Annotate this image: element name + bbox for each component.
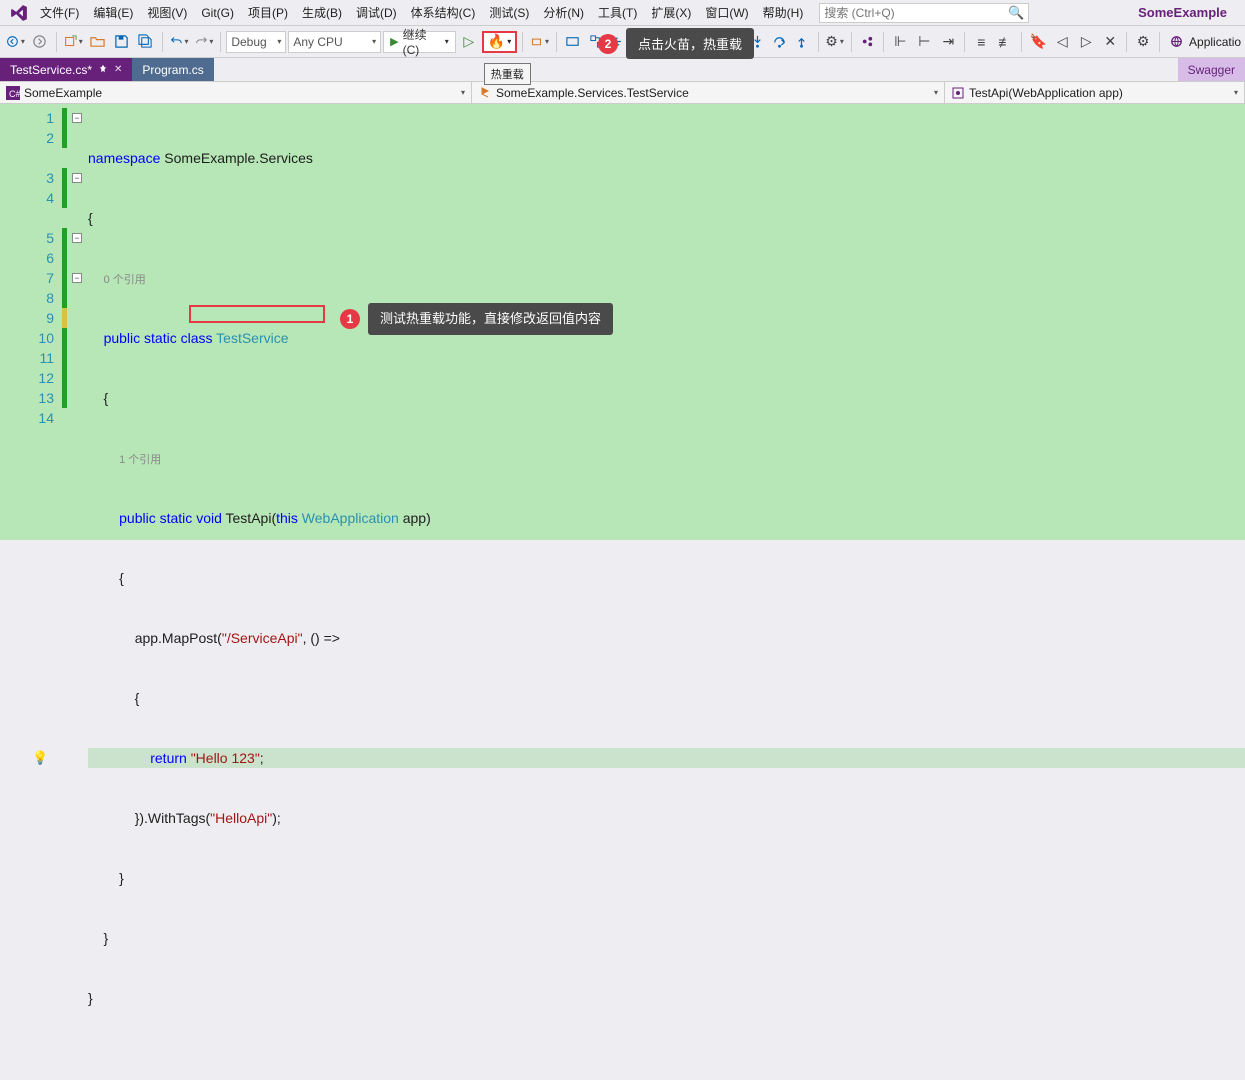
document-tabs: TestService.cs* ✕ Program.cs Swagger bbox=[0, 58, 1245, 82]
tab-active-label: TestService.cs* bbox=[10, 63, 92, 77]
csharp-project-icon: C# bbox=[6, 86, 20, 100]
step-out-button[interactable] bbox=[791, 30, 813, 54]
live-share-button[interactable] bbox=[856, 30, 878, 54]
menu-tools[interactable]: 工具(T) bbox=[592, 1, 643, 24]
fold-column[interactable]: − − − − bbox=[68, 104, 86, 540]
callout-1-text: 测试热重载功能，直接修改返回值内容 bbox=[368, 303, 613, 335]
search-box[interactable]: 🔍 bbox=[819, 3, 1029, 23]
comment-button[interactable]: ≡ bbox=[970, 30, 992, 54]
indent-button[interactable]: ⇥ bbox=[937, 30, 959, 54]
save-all-button[interactable] bbox=[135, 30, 157, 54]
menu-help[interactable]: 帮助(H) bbox=[757, 1, 810, 24]
callout-2-badge: 2 bbox=[598, 34, 618, 54]
menu-file[interactable]: 文件(F) bbox=[34, 1, 85, 24]
bookmark-next-button[interactable]: ▷ bbox=[1075, 30, 1097, 54]
menu-analyze[interactable]: 分析(N) bbox=[537, 1, 590, 24]
app-label: Applicatio bbox=[1189, 35, 1241, 49]
nav-project[interactable]: C# SomeExample bbox=[0, 82, 472, 103]
process-button[interactable] bbox=[562, 30, 584, 54]
menubar: 文件(F) 编辑(E) 视图(V) Git(G) 项目(P) 生成(B) 调试(… bbox=[0, 0, 1245, 26]
attach-button[interactable] bbox=[528, 30, 551, 54]
nav-class-label: SomeExample.Services.TestService bbox=[496, 86, 689, 100]
back-button[interactable] bbox=[4, 30, 27, 54]
align-right-button[interactable]: ⊢ bbox=[913, 30, 935, 54]
close-icon[interactable]: ✕ bbox=[114, 64, 122, 75]
settings-button[interactable]: ⚙ bbox=[1132, 30, 1154, 54]
menu-project[interactable]: 项目(P) bbox=[242, 1, 294, 24]
continue-label: 继续(C) bbox=[403, 26, 437, 57]
menu-debug[interactable]: 调试(D) bbox=[350, 1, 403, 24]
menu-view[interactable]: 视图(V) bbox=[141, 1, 193, 24]
menu-git[interactable]: Git(G) bbox=[195, 3, 240, 23]
class-icon bbox=[478, 86, 492, 100]
highlight-box-return bbox=[189, 305, 325, 323]
open-button[interactable] bbox=[87, 30, 109, 54]
tab-testservice[interactable]: TestService.cs* ✕ bbox=[0, 58, 132, 81]
fold-icon[interactable]: − bbox=[72, 273, 82, 283]
nav-bar: C# SomeExample SomeExample.Services.Test… bbox=[0, 82, 1245, 104]
nav-project-label: SomeExample bbox=[24, 86, 102, 100]
new-project-button[interactable] bbox=[62, 30, 85, 54]
flame-icon: 🔥 bbox=[488, 33, 505, 50]
menu-edit[interactable]: 编辑(E) bbox=[87, 1, 139, 24]
callout-2-text: 点击火苗，热重载 bbox=[626, 28, 754, 59]
breakpoints-button[interactable]: ⚙ bbox=[824, 30, 846, 54]
nav-class[interactable]: SomeExample.Services.TestService bbox=[472, 82, 945, 103]
play-icon: ▶ bbox=[390, 35, 398, 48]
fold-icon[interactable]: − bbox=[72, 233, 82, 243]
bookmark-button[interactable]: 🔖 bbox=[1027, 30, 1049, 54]
save-button[interactable] bbox=[111, 30, 133, 54]
fold-icon[interactable]: − bbox=[72, 173, 82, 183]
nav-method-label: TestApi(WebApplication app) bbox=[969, 86, 1123, 100]
continue-button[interactable]: ▶继续(C)▾ bbox=[383, 31, 456, 53]
fold-icon[interactable]: − bbox=[72, 113, 82, 123]
nav-method[interactable]: TestApi(WebApplication app) bbox=[945, 82, 1245, 103]
code-content[interactable]: namespace SomeExample.Services { 0 个引用 p… bbox=[86, 104, 1245, 540]
hot-reload-tooltip: 热重载 bbox=[484, 63, 531, 85]
tab-inactive-label: Program.cs bbox=[142, 63, 203, 77]
toolbar: Debug Any CPU ▶继续(C)▾ ▷ 🔥▾ 热重载 ⚙ ⊩ ⊢ ⇥ ≡… bbox=[0, 26, 1245, 58]
svg-text:C#: C# bbox=[9, 89, 20, 99]
menu-test[interactable]: 测试(S) bbox=[483, 1, 535, 24]
lightbulb-icon[interactable]: 💡 bbox=[32, 748, 48, 768]
forward-button[interactable] bbox=[29, 30, 51, 54]
hot-reload-button[interactable]: 🔥▾ 热重载 bbox=[482, 31, 517, 53]
code-editor[interactable]: 1234567891011121314 − − − − namespace SomeE… bbox=[0, 104, 1245, 540]
menu-extensions[interactable]: 扩展(X) bbox=[645, 1, 697, 24]
tab-program[interactable]: Program.cs bbox=[132, 58, 213, 81]
app-icon[interactable] bbox=[1165, 30, 1187, 54]
align-left-button[interactable]: ⊩ bbox=[889, 30, 911, 54]
bookmark-prev-button[interactable]: ◁ bbox=[1051, 30, 1073, 54]
search-input[interactable] bbox=[824, 6, 1008, 20]
callout-2: 2 点击火苗，热重载 bbox=[598, 28, 754, 59]
solution-name: SomeExample bbox=[1126, 5, 1239, 20]
menu-build[interactable]: 生成(B) bbox=[296, 1, 348, 24]
play-noattach-button[interactable]: ▷ bbox=[458, 30, 480, 54]
tab-swagger[interactable]: Swagger bbox=[1178, 58, 1245, 81]
config-dropdown[interactable]: Debug bbox=[226, 31, 286, 53]
redo-button[interactable] bbox=[193, 30, 216, 54]
pin-icon[interactable] bbox=[98, 63, 108, 77]
menu-window[interactable]: 窗口(W) bbox=[699, 1, 754, 24]
undo-button[interactable] bbox=[168, 30, 191, 54]
menu-architecture[interactable]: 体系结构(C) bbox=[405, 1, 482, 24]
uncomment-button[interactable]: ≢ bbox=[994, 30, 1016, 54]
vs-logo-icon bbox=[6, 0, 32, 26]
method-icon bbox=[951, 86, 965, 100]
callout-1-badge: 1 bbox=[340, 309, 360, 329]
bookmark-clear-button[interactable]: ✕ bbox=[1099, 30, 1121, 54]
step-over-button[interactable] bbox=[769, 30, 791, 54]
search-icon: 🔍 bbox=[1008, 5, 1024, 21]
line-numbers: 1234567891011121314 bbox=[0, 104, 62, 540]
callout-1: 1 测试热重载功能，直接修改返回值内容 bbox=[340, 303, 613, 335]
platform-dropdown[interactable]: Any CPU bbox=[288, 31, 381, 53]
